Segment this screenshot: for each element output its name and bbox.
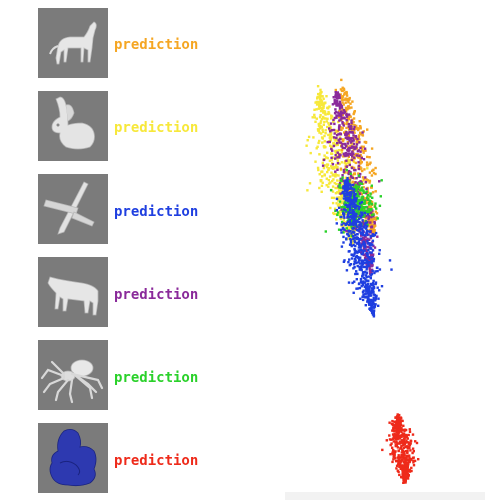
- points-green: [324, 168, 383, 238]
- thumbnail-spider: [38, 340, 108, 410]
- points-yellow: [305, 85, 369, 246]
- prediction-label-2: prediction: [114, 120, 199, 136]
- prediction-label-4: prediction: [114, 287, 199, 303]
- rabbit-icon: [51, 96, 95, 150]
- cow-icon: [47, 276, 99, 316]
- prediction-label-6: prediction: [114, 453, 199, 469]
- points-purple: [321, 91, 381, 275]
- prediction-label-5: prediction: [114, 370, 199, 386]
- points-blue: [335, 176, 393, 318]
- blob-icon: [49, 429, 97, 487]
- points-red: [381, 413, 420, 484]
- thumbnail-rabbit: [38, 91, 108, 161]
- thumbnail-cow: [38, 257, 108, 327]
- horse-icon: [49, 21, 97, 65]
- divider-strip: [285, 492, 485, 500]
- thumbnail-blob: [38, 423, 108, 493]
- thumbnail-airplane: [38, 174, 108, 244]
- points-orange: [334, 78, 379, 239]
- spider-icon: [40, 359, 104, 404]
- thumbnail-horse: [38, 8, 108, 78]
- prediction-label-3: prediction: [114, 204, 199, 220]
- prediction-label-1: prediction: [114, 37, 199, 53]
- airplane-icon: [43, 181, 95, 235]
